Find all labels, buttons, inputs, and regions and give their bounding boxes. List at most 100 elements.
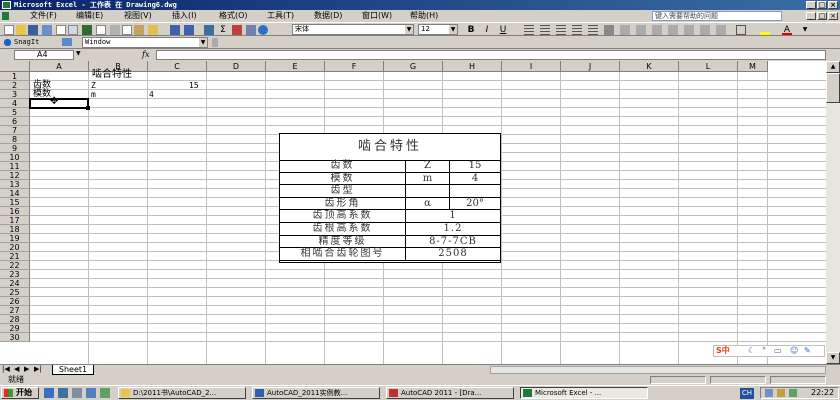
- hyperlink-icon[interactable]: [204, 25, 214, 35]
- menu-file[interactable]: 文件(F): [30, 10, 57, 22]
- chevron-down-icon[interactable]: ▼: [405, 25, 413, 34]
- merge-center-icon[interactable]: [604, 25, 614, 35]
- spelling-icon[interactable]: [82, 25, 92, 35]
- column-header-D[interactable]: D: [207, 61, 266, 72]
- menu-insert[interactable]: 插入(I): [172, 10, 197, 22]
- indent-increase-icon[interactable]: [716, 25, 726, 35]
- row-header-16[interactable]: 16: [0, 207, 30, 216]
- underline-button[interactable]: U: [498, 25, 508, 35]
- row-header-18[interactable]: 18: [0, 225, 30, 234]
- taskbar-item-doc[interactable]: AutoCAD_2011实例教...: [252, 387, 380, 399]
- horizontal-scrollbar[interactable]: [490, 366, 826, 374]
- active-cell-selection[interactable]: [29, 98, 89, 109]
- indent-decrease-icon[interactable]: [700, 25, 710, 35]
- row-header-19[interactable]: 19: [0, 234, 30, 243]
- doc-minimize-button[interactable]: _: [806, 12, 816, 20]
- first-sheet-icon[interactable]: |◀: [2, 365, 10, 374]
- ime-tool-icon[interactable]: ✎: [804, 346, 811, 356]
- ime-toolbar[interactable]: S中 ☾ ° ▭ ☺ ✎: [713, 345, 825, 357]
- distributed-icon[interactable]: [588, 25, 598, 35]
- start-button[interactable]: 开始: [1, 387, 39, 399]
- ime-punct-icon[interactable]: °: [762, 346, 766, 356]
- cell-C2[interactable]: 15: [189, 81, 199, 90]
- chevron-down-icon[interactable]: ▼: [76, 50, 81, 57]
- select-all-corner[interactable]: [0, 61, 30, 72]
- indent-icon[interactable]: [636, 25, 646, 35]
- row-header-26[interactable]: 26: [0, 297, 30, 306]
- toolbar-options-icon[interactable]: ▼: [800, 25, 810, 35]
- formula-input[interactable]: [156, 50, 826, 60]
- column-header-L[interactable]: L: [679, 61, 738, 72]
- row-header-9[interactable]: 9: [0, 144, 30, 153]
- open-icon[interactable]: [16, 25, 26, 35]
- ime-label[interactable]: S中: [716, 346, 730, 356]
- row-header-28[interactable]: 28: [0, 315, 30, 324]
- fill-handle[interactable]: [86, 106, 90, 110]
- column-header-K[interactable]: K: [620, 61, 679, 72]
- row-header-7[interactable]: 7: [0, 126, 30, 135]
- column-header-E[interactable]: E: [266, 61, 325, 72]
- row-header-1[interactable]: 1: [0, 72, 30, 81]
- row-header-23[interactable]: 23: [0, 270, 30, 279]
- menu-view[interactable]: 视图(V): [124, 10, 152, 22]
- row-header-30[interactable]: 30: [0, 333, 30, 342]
- row-header-2[interactable]: 2: [0, 81, 30, 90]
- excel-doc-icon[interactable]: [2, 12, 9, 20]
- menu-tools[interactable]: 工具(T): [267, 10, 294, 22]
- cut-icon[interactable]: [110, 25, 120, 35]
- ime-moon-icon[interactable]: ☾: [748, 346, 755, 356]
- minimize-button[interactable]: _: [806, 1, 816, 9]
- column-header-H[interactable]: H: [443, 61, 502, 72]
- align-right-icon[interactable]: [556, 25, 566, 35]
- save-icon[interactable]: [28, 25, 38, 35]
- font-color-icon[interactable]: A: [782, 25, 792, 35]
- justify-icon[interactable]: [572, 25, 582, 35]
- taskbar-item-autocad[interactable]: AutoCAD 2011 - [Dra...: [386, 387, 514, 399]
- format-painter-icon[interactable]: [148, 25, 158, 35]
- permission-icon[interactable]: [42, 25, 52, 35]
- borders-icon[interactable]: [736, 25, 746, 35]
- row-header-21[interactable]: 21: [0, 252, 30, 261]
- column-header-M[interactable]: M: [738, 61, 768, 72]
- row-header-27[interactable]: 27: [0, 306, 30, 315]
- help-icon[interactable]: [258, 25, 268, 35]
- chevron-down-icon[interactable]: ▼: [199, 38, 207, 47]
- menu-format[interactable]: 格式(O): [219, 10, 248, 22]
- undo-icon[interactable]: [170, 25, 180, 35]
- volume-icon[interactable]: [777, 389, 785, 397]
- vertical-scrollbar[interactable]: ▲ ▼: [826, 61, 840, 364]
- snagit-button[interactable]: SnagIt: [14, 38, 39, 47]
- chart-wizard-icon[interactable]: [246, 25, 256, 35]
- network-icon[interactable]: [765, 389, 773, 397]
- cell-B2[interactable]: Z: [91, 81, 96, 90]
- fill-color-icon[interactable]: [760, 25, 770, 35]
- capture-icon[interactable]: [62, 38, 72, 46]
- font-size-select[interactable]: 12 ▼: [418, 24, 458, 35]
- text-direction-icon[interactable]: [684, 25, 694, 35]
- row-header-8[interactable]: 8: [0, 135, 30, 144]
- research-icon[interactable]: [96, 25, 106, 35]
- capture-mode-select[interactable]: Window ▼: [82, 37, 208, 48]
- bold-button[interactable]: B: [466, 25, 476, 35]
- row-header-10[interactable]: 10: [0, 153, 30, 162]
- tray-app-icon[interactable]: [789, 389, 797, 397]
- row-header-14[interactable]: 14: [0, 189, 30, 198]
- row-header-22[interactable]: 22: [0, 261, 30, 270]
- column-header-F[interactable]: F: [325, 61, 384, 72]
- menu-help[interactable]: 帮助(H): [410, 10, 438, 22]
- column-header-I[interactable]: I: [502, 61, 561, 72]
- sheet-tab-sheet1[interactable]: Sheet1: [52, 365, 94, 375]
- toolbar-options-icon[interactable]: [212, 38, 218, 47]
- align-left-icon[interactable]: [524, 25, 534, 35]
- cell-B1[interactable]: 啮合特性: [92, 70, 132, 80]
- media-icon[interactable]: [72, 388, 82, 398]
- next-sheet-icon[interactable]: ▶: [24, 365, 29, 374]
- scroll-up-icon[interactable]: ▲: [826, 61, 840, 73]
- embedded-table-object[interactable]: 啮合特性 齿数 Z 15 模数 m 4 齿型 齿形角 α 20° 齿顶高系数 1 齿根高系数 1.2 精度等…: [279, 133, 501, 263]
- new-icon[interactable]: [4, 25, 14, 35]
- row-header-24[interactable]: 24: [0, 279, 30, 288]
- column-header-A[interactable]: A: [30, 61, 89, 72]
- language-indicator[interactable]: CH: [740, 388, 754, 399]
- maximize-button[interactable]: □: [817, 1, 827, 9]
- column-header-C[interactable]: C: [148, 61, 207, 72]
